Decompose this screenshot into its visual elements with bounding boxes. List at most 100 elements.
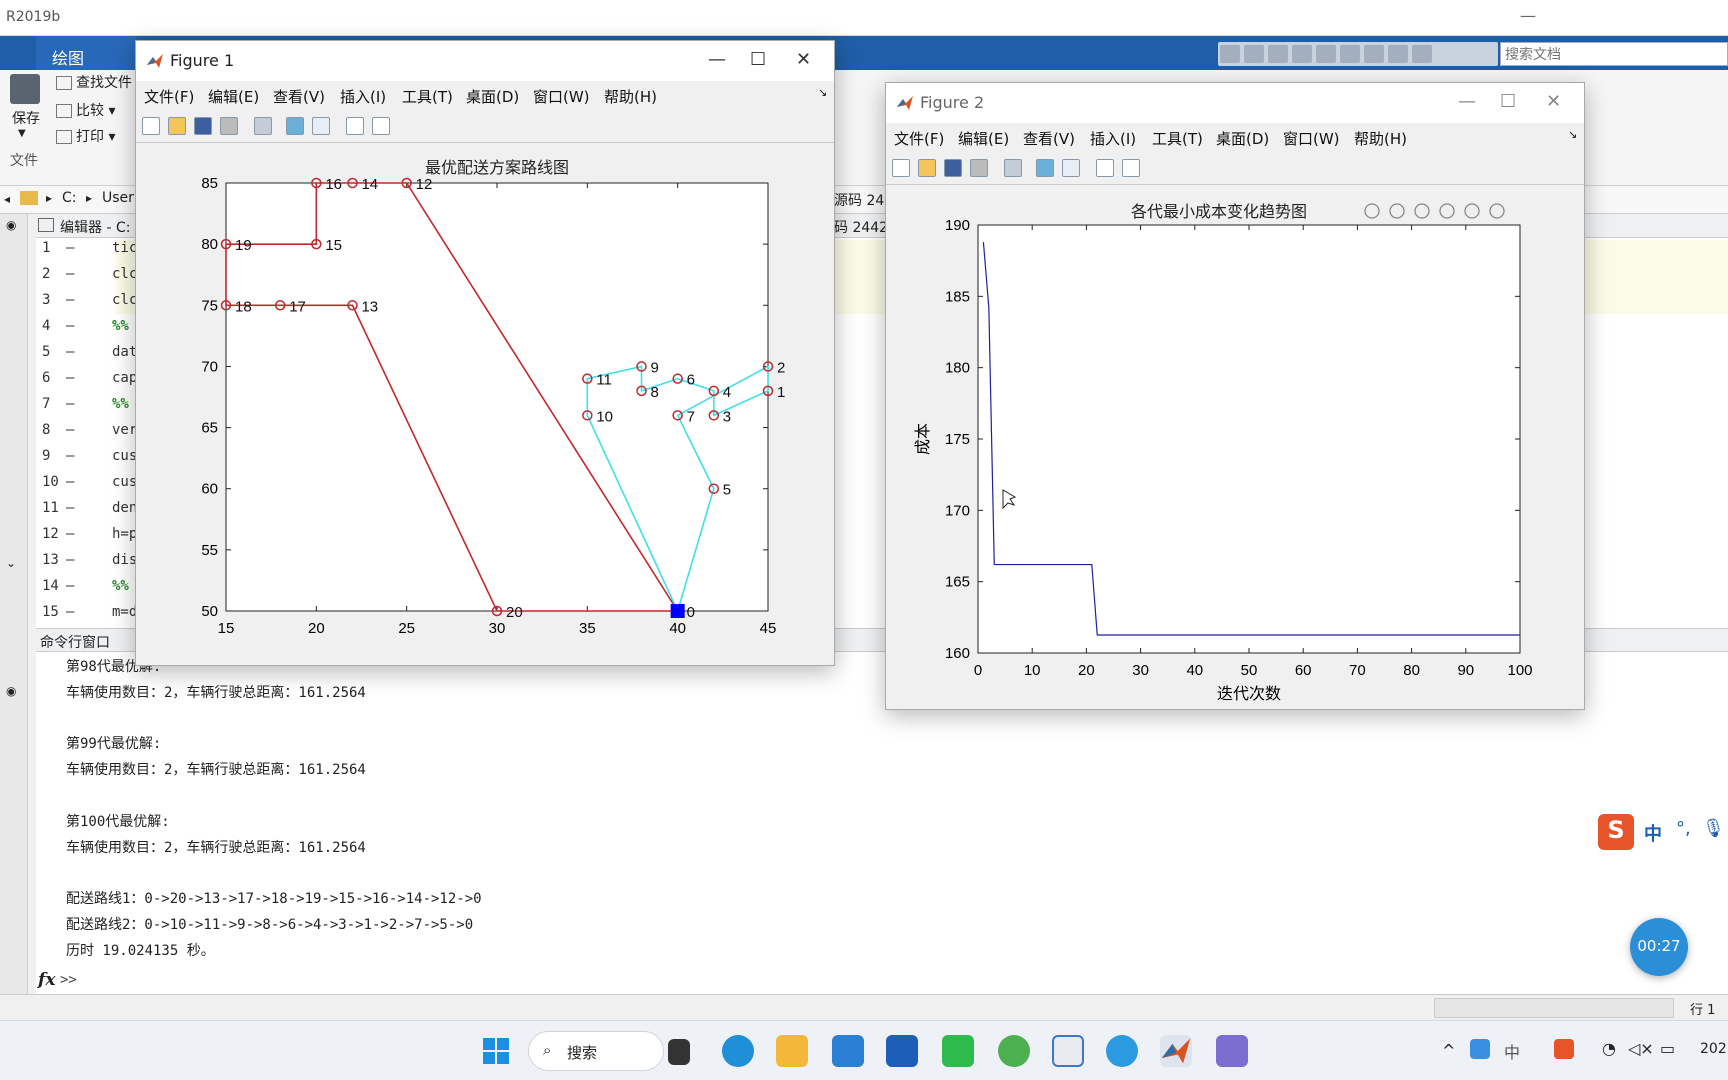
- ie-icon[interactable]: [1106, 1035, 1138, 1067]
- menu-window[interactable]: 窗口(W): [533, 86, 590, 107]
- code-line[interactable]: cus: [112, 448, 137, 464]
- chevron-up-icon[interactable]: ^: [1442, 1041, 1455, 1060]
- menu-tools[interactable]: 工具(T): [402, 86, 453, 107]
- volume-icon[interactable]: ◁×: [1628, 1039, 1654, 1058]
- code-line[interactable]: tic: [112, 240, 137, 256]
- code-line[interactable]: %%: [112, 578, 129, 594]
- menu-window[interactable]: 窗口(W): [1283, 128, 1340, 149]
- code-line[interactable]: cap: [112, 370, 137, 386]
- code-line[interactable]: clc: [112, 292, 137, 308]
- tray-app-icon[interactable]: [1470, 1039, 1490, 1059]
- code-line[interactable]: %%: [112, 318, 129, 334]
- code-line[interactable]: ver: [112, 422, 137, 438]
- code-line[interactable]: dat: [112, 344, 137, 360]
- menu-desktop[interactable]: 桌面(D): [466, 86, 519, 107]
- snipping-tool-icon[interactable]: [1052, 1035, 1084, 1067]
- redo-icon[interactable]: [1340, 45, 1360, 63]
- taskbar-search[interactable]: ⌕ 搜索: [528, 1031, 664, 1071]
- matlab-taskbar-icon[interactable]: [1160, 1035, 1192, 1067]
- search-docs-input[interactable]: [1500, 42, 1728, 66]
- code-line[interactable]: clc: [112, 266, 137, 282]
- help-icon[interactable]: [1388, 45, 1408, 63]
- ime-toolbar[interactable]: S 中 °, 🎙: [1598, 812, 1728, 852]
- undo-icon[interactable]: [1316, 45, 1336, 63]
- print-button[interactable]: 打印 ▾: [56, 126, 115, 146]
- colorbar-icon[interactable]: [286, 117, 304, 135]
- sogou-icon[interactable]: S: [1598, 814, 1634, 850]
- fx-icon[interactable]: fx: [38, 970, 55, 990]
- chevron-down-icon[interactable]: ⌄: [6, 556, 16, 570]
- path-drive[interactable]: C:: [62, 190, 77, 206]
- code-line[interactable]: m=d: [112, 604, 137, 620]
- data-tip-icon[interactable]: [1389, 203, 1405, 219]
- legend-icon[interactable]: [1062, 159, 1080, 177]
- pointer-icon[interactable]: [1096, 159, 1114, 177]
- code-line[interactable]: den: [112, 500, 137, 516]
- battery-icon[interactable]: ▭: [1660, 1039, 1675, 1058]
- microphone-icon[interactable]: 🎙: [1702, 818, 1725, 839]
- minimize-icon[interactable]: —: [1458, 91, 1476, 112]
- maximize-icon[interactable]: ☐: [750, 49, 766, 70]
- window-icon[interactable]: [1364, 45, 1384, 63]
- ime-mode[interactable]: 中: [1644, 820, 1662, 846]
- menu-help[interactable]: 帮助(H): [604, 86, 657, 107]
- find-files-button[interactable]: 查找文件: [56, 72, 132, 92]
- zoom-out-icon[interactable]: [1464, 203, 1480, 219]
- arrow-left-icon[interactable]: ◂: [4, 192, 10, 206]
- minimize-icon[interactable]: —: [708, 49, 726, 70]
- maximize-icon[interactable]: ☐: [1500, 91, 1516, 112]
- home-icon[interactable]: [1489, 203, 1505, 219]
- menu-view[interactable]: 查看(V): [273, 86, 325, 107]
- save-icon[interactable]: [944, 159, 962, 177]
- menu-tools[interactable]: 工具(T): [1152, 128, 1203, 149]
- link-plot-icon[interactable]: [254, 117, 272, 135]
- pointer-icon[interactable]: [346, 117, 364, 135]
- menu-file[interactable]: 文件(F): [144, 86, 194, 107]
- tab-plots[interactable]: 绘图: [36, 36, 136, 70]
- brush-icon[interactable]: [1364, 203, 1380, 219]
- code-line[interactable]: dis: [112, 552, 137, 568]
- edge-icon[interactable]: [722, 1035, 754, 1067]
- link-plot-icon[interactable]: [1004, 159, 1022, 177]
- property-editor-icon[interactable]: [1122, 159, 1140, 177]
- task-view-icon[interactable]: [668, 1039, 690, 1065]
- browser-icon[interactable]: [998, 1035, 1030, 1067]
- figure1-window[interactable]: Figure 1 — ☐ ✕ 文件(F) 编辑(E) 查看(V) 插入(I) 工…: [135, 40, 835, 666]
- menu-edit[interactable]: 编辑(E): [958, 128, 1009, 149]
- figure2-window[interactable]: Figure 2 — ☐ ✕ 文件(F) 编辑(E) 查看(V) 插入(I) 工…: [885, 82, 1585, 710]
- cut-icon[interactable]: [1244, 45, 1264, 63]
- file-explorer-icon[interactable]: [776, 1035, 808, 1067]
- print-icon[interactable]: [220, 117, 238, 135]
- legend-icon[interactable]: [312, 117, 330, 135]
- print-icon[interactable]: [970, 159, 988, 177]
- open-icon[interactable]: [918, 159, 936, 177]
- menu-view[interactable]: 查看(V): [1023, 128, 1075, 149]
- route-chart[interactable]: 最优配送方案路线图15 20 25 30 35 40 4550556065707580851…: [136, 143, 834, 665]
- wifi-icon[interactable]: ◔: [1602, 1039, 1616, 1058]
- save-icon[interactable]: [194, 117, 212, 135]
- menu-help[interactable]: 帮助(H): [1354, 128, 1407, 149]
- copy-icon[interactable]: [1268, 45, 1288, 63]
- mail-icon[interactable]: [832, 1035, 864, 1067]
- menu-insert[interactable]: 插入(I): [340, 86, 386, 107]
- zoom-in-icon[interactable]: [1439, 203, 1455, 219]
- compare-button[interactable]: 比较 ▾: [56, 100, 115, 120]
- punctuation-icon[interactable]: °,: [1676, 818, 1691, 839]
- expand-icon[interactable]: ◉: [6, 218, 16, 232]
- colorbar-icon[interactable]: [1036, 159, 1054, 177]
- close-icon[interactable]: ✕: [796, 49, 811, 70]
- dropdown-icon[interactable]: [1412, 45, 1432, 63]
- menu-insert[interactable]: 插入(I): [1090, 128, 1136, 149]
- command-prompt[interactable]: >>: [60, 972, 77, 988]
- path-user[interactable]: User: [102, 190, 134, 206]
- save-icon[interactable]: [10, 74, 40, 104]
- clock[interactable]: 202: [1700, 1041, 1727, 1057]
- save-icon[interactable]: [1220, 45, 1240, 63]
- paste-icon[interactable]: [1292, 45, 1312, 63]
- menu-desktop[interactable]: 桌面(D): [1216, 128, 1269, 149]
- close-icon[interactable]: ✕: [1546, 91, 1561, 112]
- menu-file[interactable]: 文件(F): [894, 128, 944, 149]
- property-editor-icon[interactable]: [372, 117, 390, 135]
- menu-edit[interactable]: 编辑(E): [208, 86, 259, 107]
- code-line[interactable]: %%: [112, 396, 129, 412]
